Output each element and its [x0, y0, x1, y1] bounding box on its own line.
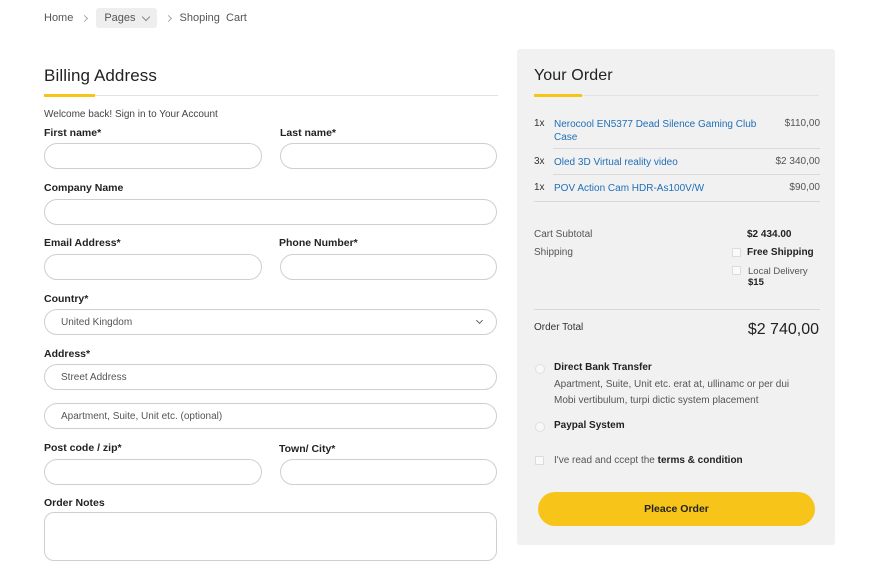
- bank-transfer-description: Apartment, Suite, Unit etc. erat at, ull…: [554, 379, 790, 390]
- phone-label: Phone Number*: [279, 237, 358, 249]
- breadcrumb: Home Pages Shoping Cart: [44, 7, 247, 29]
- breadcrumb-home[interactable]: Home: [44, 12, 73, 24]
- company-input[interactable]: [44, 199, 497, 225]
- chevron-down-icon: [141, 12, 150, 21]
- local-delivery-price: $15: [748, 277, 764, 288]
- item-qty: 1x: [534, 118, 545, 129]
- sign-in-link[interactable]: Welcome back! Sign in to Your Account: [44, 109, 218, 120]
- item-name-link[interactable]: POV Action Cam HDR-As100V/W: [554, 182, 760, 195]
- bank-transfer-radio[interactable]: [535, 364, 545, 374]
- place-order-button[interactable]: Pleace Order: [538, 492, 815, 526]
- terms-prefix: I've read and ccept the: [554, 455, 655, 466]
- terms-checkbox[interactable]: [535, 456, 544, 465]
- country-select-value: United Kingdom: [61, 316, 133, 328]
- paypal-radio[interactable]: [535, 422, 545, 432]
- town-input[interactable]: [280, 459, 497, 485]
- item-qty: 1x: [534, 182, 545, 193]
- order-total-value: $2 740,00: [747, 321, 819, 338]
- postcode-input[interactable]: [44, 459, 262, 485]
- breadcrumb-current: Shoping Cart: [179, 12, 247, 24]
- free-shipping-checkbox[interactable]: [732, 248, 741, 257]
- order-title: Your Order: [534, 67, 613, 84]
- title-accent-bar: [44, 94, 95, 97]
- apartment-input[interactable]: Apartment, Suite, Unit etc. (optional): [44, 403, 497, 429]
- country-label: Country*: [44, 293, 89, 305]
- billing-form: Billing Address Welcome back! Sign in to…: [44, 66, 498, 561]
- street-address-placeholder: Street Address: [61, 371, 127, 383]
- breadcrumb-separator-icon: [164, 13, 172, 24]
- company-label: Company Name: [44, 182, 124, 194]
- divider: [553, 148, 820, 149]
- town-label: Town/ City*: [279, 443, 336, 455]
- chevron-down-icon: [475, 316, 484, 325]
- billing-title-divider: [44, 94, 498, 97]
- order-summary-panel: Your Order 1x Nerocool EN5377 Dead Silen…: [517, 49, 835, 545]
- terms-link[interactable]: terms & condition: [658, 455, 743, 466]
- breadcrumb-separator-icon: [81, 13, 89, 24]
- shipping-label: Shipping: [534, 247, 573, 258]
- address-label: Address*: [44, 348, 91, 360]
- item-name-link[interactable]: Oled 3D Virtual reality video: [554, 156, 760, 169]
- subtotal-label: Cart Subtotal: [534, 229, 593, 240]
- item-name-link[interactable]: Nerocool EN5377 Dead Silence Gaming Club…: [554, 118, 760, 144]
- postcode-label: Post code / zip*: [44, 442, 122, 454]
- breadcrumb-pages-label: Pages: [104, 12, 136, 24]
- apartment-placeholder: Apartment, Suite, Unit etc. (optional): [61, 410, 223, 422]
- list-item: 1x Nerocool EN5377 Dead Silence Gaming C…: [534, 118, 820, 144]
- order-notes-textarea[interactable]: [44, 512, 497, 561]
- divider: [534, 201, 820, 202]
- terms-text: I've read and ccept the terms & conditio…: [554, 455, 743, 466]
- list-item: 3x Oled 3D Virtual reality video $2 340,…: [534, 156, 820, 169]
- item-price: $2 340,00: [775, 156, 821, 167]
- item-price: $90,00: [789, 182, 820, 193]
- divider: [553, 174, 820, 175]
- first-name-label: First name*: [44, 127, 102, 139]
- email-input[interactable]: [44, 254, 262, 280]
- order-notes-label: Order Notes: [44, 497, 105, 509]
- email-label: Email Address*: [44, 237, 121, 249]
- breadcrumb-pages-dropdown[interactable]: Pages: [96, 8, 157, 28]
- paypal-label: Paypal System: [554, 420, 625, 431]
- order-title-divider: [534, 94, 819, 97]
- street-address-input[interactable]: Street Address: [44, 364, 497, 390]
- phone-input[interactable]: [280, 254, 497, 280]
- title-accent-bar: [534, 94, 582, 97]
- item-qty: 3x: [534, 156, 545, 167]
- free-shipping-label: Free Shipping: [747, 247, 814, 258]
- order-total-label: Order Total: [534, 322, 584, 333]
- last-name-input[interactable]: [280, 143, 497, 169]
- bank-transfer-description: Mobi vertibulum, turpi dictic system pla…: [554, 395, 759, 406]
- list-item: 1x POV Action Cam HDR-As100V/W $90,00: [534, 182, 820, 195]
- last-name-label: Last name*: [280, 127, 337, 139]
- first-name-input[interactable]: [44, 143, 262, 169]
- divider: [534, 309, 820, 310]
- subtotal-value: $2 434.00: [747, 229, 792, 240]
- item-price: $110,00: [784, 118, 820, 129]
- billing-title: Billing Address: [44, 66, 158, 85]
- country-select[interactable]: United Kingdom: [44, 309, 497, 335]
- bank-transfer-title: Direct Bank Transfer: [554, 362, 652, 373]
- local-delivery-checkbox[interactable]: [732, 266, 741, 275]
- local-delivery-label: Local Delivery: [748, 266, 808, 277]
